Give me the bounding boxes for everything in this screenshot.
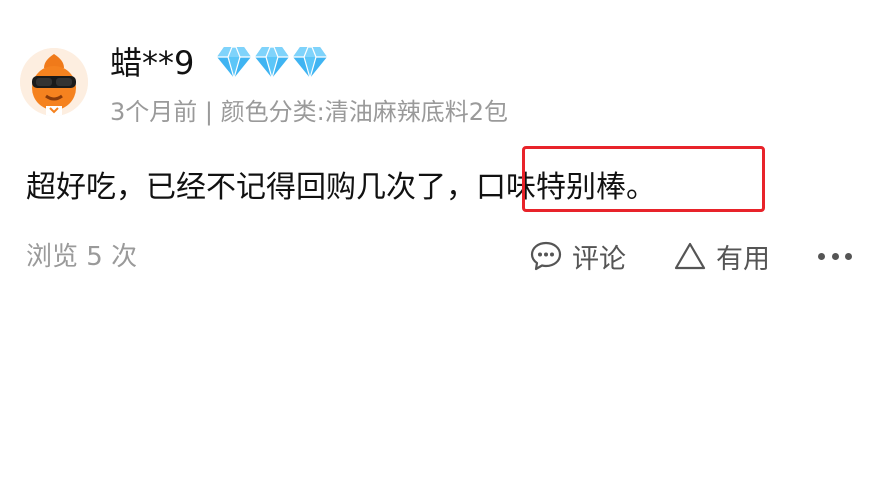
more-dot: [818, 252, 825, 260]
chat-bubble-icon: [530, 241, 562, 271]
view-count: 浏览 5 次: [26, 242, 138, 272]
diamond-icon: [217, 46, 251, 79]
avatar[interactable]: [20, 48, 88, 116]
comment-label: 评论: [572, 243, 626, 275]
diamond-icon: [255, 46, 289, 79]
triangle-icon: [674, 242, 706, 270]
more-dots-icon[interactable]: [818, 244, 852, 268]
username: 蜡**9: [110, 44, 195, 82]
orange-mascot-sunglasses-icon: [20, 48, 88, 116]
diamond-icon: [293, 46, 327, 79]
highlight-box: [522, 146, 765, 212]
level-badges: [216, 44, 328, 80]
useful-button[interactable]: 有用: [674, 238, 770, 275]
more-dot: [845, 252, 852, 260]
review-text-main: 超好吃，已经不记得回购几次了，: [26, 170, 476, 205]
useful-label: 有用: [716, 243, 770, 275]
review-meta: 3个月前 | 颜色分类:清油麻辣底料2包: [110, 98, 508, 126]
more-dot: [831, 252, 839, 260]
comment-button[interactable]: 评论: [530, 238, 626, 275]
